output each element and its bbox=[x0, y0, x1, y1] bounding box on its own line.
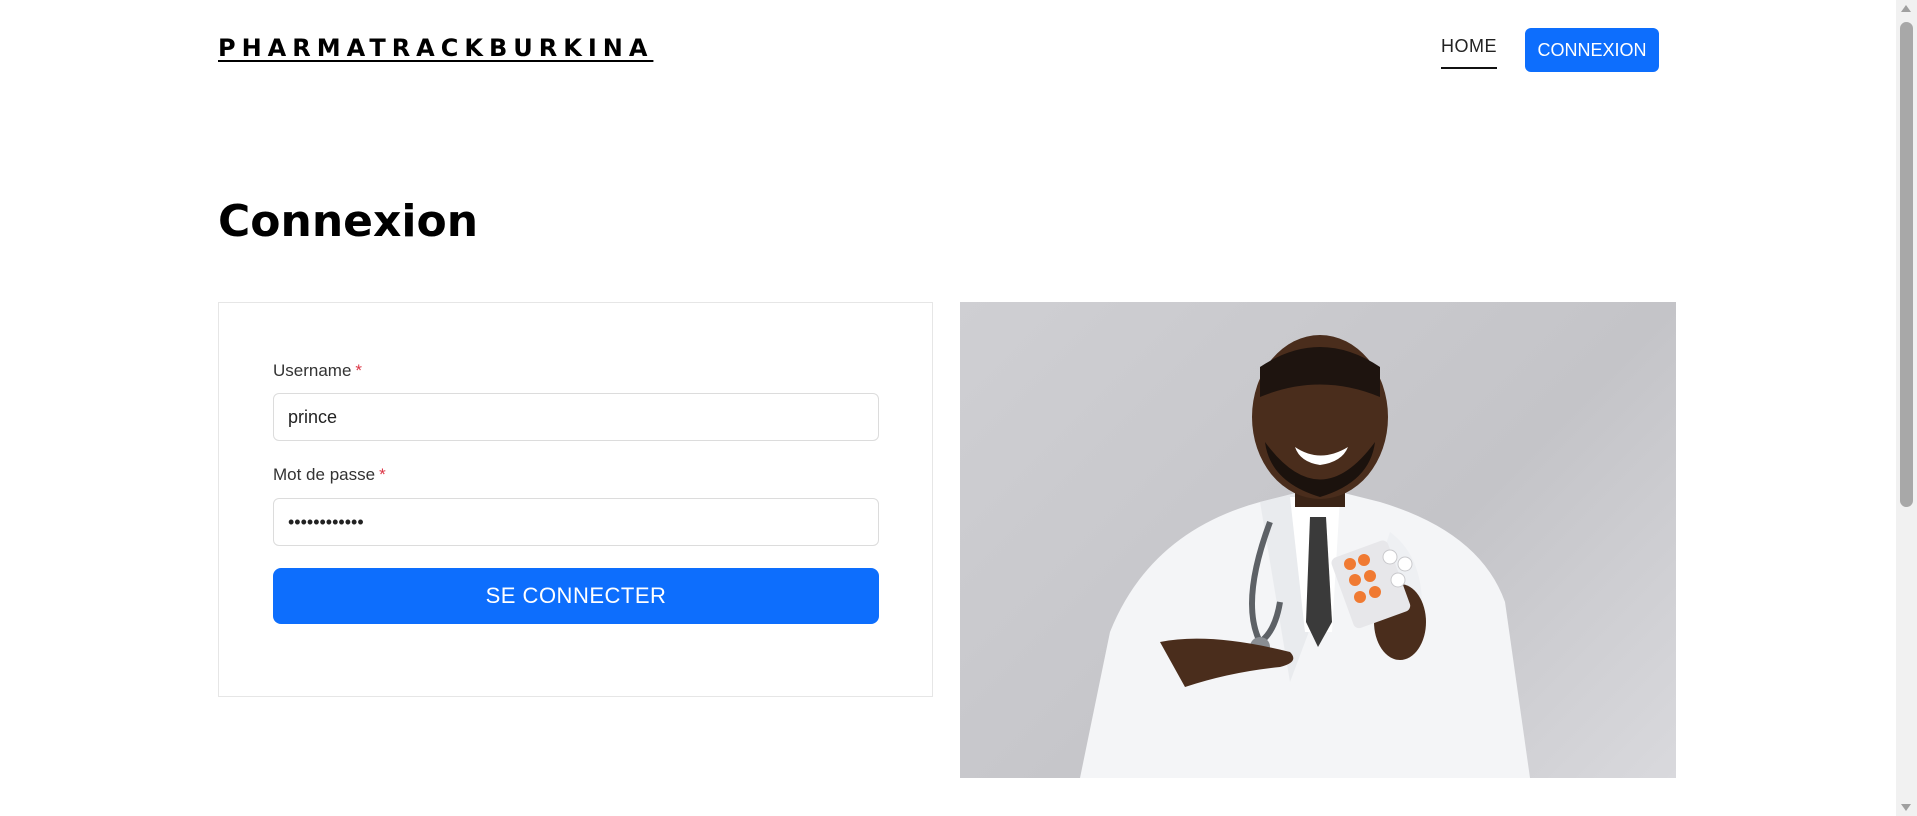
page-title: Connexion bbox=[218, 196, 479, 247]
password-label-text: Mot de passe bbox=[273, 465, 376, 484]
page-scrollbar[interactable] bbox=[1896, 0, 1917, 816]
nav-connexion-button[interactable]: CONNEXION bbox=[1525, 28, 1659, 72]
brand-logo-link[interactable]: PHARMATRACKBURKINA bbox=[218, 34, 653, 62]
password-input[interactable] bbox=[273, 498, 879, 546]
required-mark: * bbox=[355, 361, 363, 380]
username-input[interactable] bbox=[273, 393, 879, 441]
username-label: Username * bbox=[273, 361, 362, 381]
scroll-down-icon[interactable] bbox=[1901, 804, 1911, 811]
required-mark: * bbox=[379, 465, 386, 484]
pharmacist-photo bbox=[960, 302, 1676, 778]
scroll-up-icon[interactable] bbox=[1901, 5, 1911, 12]
password-label: Mot de passe * bbox=[273, 465, 386, 485]
username-label-text: Username bbox=[273, 361, 352, 380]
scrollbar-thumb[interactable] bbox=[1900, 22, 1913, 507]
pharmacist-illustration bbox=[1080, 335, 1530, 778]
login-form-card: Username* Mot de passe* SE CONNECTER bbox=[218, 302, 933, 697]
login-submit-button[interactable]: SE CONNECTER bbox=[273, 568, 879, 624]
nav-home-link[interactable]: HOME bbox=[1441, 36, 1497, 69]
